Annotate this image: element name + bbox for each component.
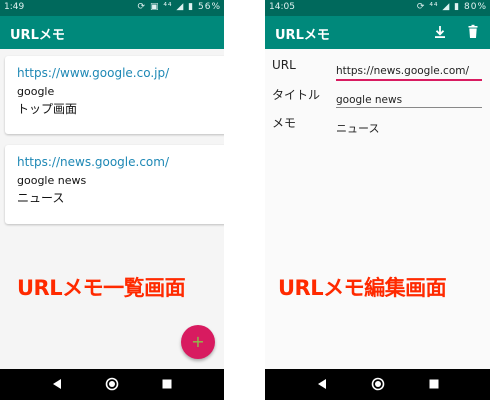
navigation-bar xyxy=(0,369,224,400)
item-url[interactable]: https://www.google.co.jp/ xyxy=(17,66,169,80)
edit-screen-caption: URLメモ編集画面 xyxy=(278,276,447,300)
home-icon[interactable] xyxy=(371,377,385,391)
memo-label: メモ xyxy=(272,116,297,130)
navigation-bar xyxy=(265,369,490,400)
list-screen: 1:49 ⟳ ▣ ⁴⁴ ◢ ▮ 56% URLメモ https://www.go… xyxy=(0,0,224,400)
status-time: 1:49 xyxy=(4,2,25,12)
status-bar: 14:05 ⟳ ⁴⁴ ◢ ▮ 80% xyxy=(265,0,490,16)
item-title: google news xyxy=(17,174,87,187)
recents-icon[interactable] xyxy=(160,377,174,391)
url-label: URL xyxy=(272,58,296,72)
app-bar: URLメモ xyxy=(0,16,224,49)
list-item[interactable]: https://news.google.com/ google news ニュー… xyxy=(5,145,224,224)
edit-screen: 14:05 ⟳ ⁴⁴ ◢ ▮ 80% URLメモ URL タイトル メモ ニュー… xyxy=(265,0,490,400)
app-title: URLメモ xyxy=(275,28,330,43)
back-icon[interactable] xyxy=(315,377,329,391)
item-memo: ニュース xyxy=(17,191,65,205)
save-download-icon[interactable] xyxy=(431,23,449,41)
title-input[interactable] xyxy=(336,92,480,108)
item-url[interactable]: https://news.google.com/ xyxy=(17,155,169,169)
url-input[interactable] xyxy=(336,63,480,79)
app-title: URLメモ xyxy=(10,28,65,43)
item-memo: トップ画面 xyxy=(17,102,78,116)
memo-input[interactable]: ニュース xyxy=(336,120,379,136)
status-icons: ⟳ ▣ ⁴⁴ ◢ ▮ 56% xyxy=(137,2,221,12)
status-bar: 1:49 ⟳ ▣ ⁴⁴ ◢ ▮ 56% xyxy=(0,0,224,16)
add-button[interactable]: + xyxy=(181,325,215,359)
title-input-underline xyxy=(336,107,482,108)
recents-icon[interactable] xyxy=(427,377,441,391)
item-title: google xyxy=(17,85,55,98)
title-label: タイトル xyxy=(272,88,321,102)
delete-icon[interactable] xyxy=(464,23,482,41)
home-icon[interactable] xyxy=(105,377,119,391)
status-icons: ⟳ ⁴⁴ ◢ ▮ 80% xyxy=(416,2,487,12)
app-bar: URLメモ xyxy=(265,16,490,49)
back-icon[interactable] xyxy=(50,377,64,391)
list-item[interactable]: https://www.google.co.jp/ google トップ画面 xyxy=(5,56,224,134)
url-input-underline xyxy=(336,79,482,81)
status-time: 14:05 xyxy=(269,2,295,12)
list-screen-caption: URLメモ一覧画面 xyxy=(17,276,186,300)
